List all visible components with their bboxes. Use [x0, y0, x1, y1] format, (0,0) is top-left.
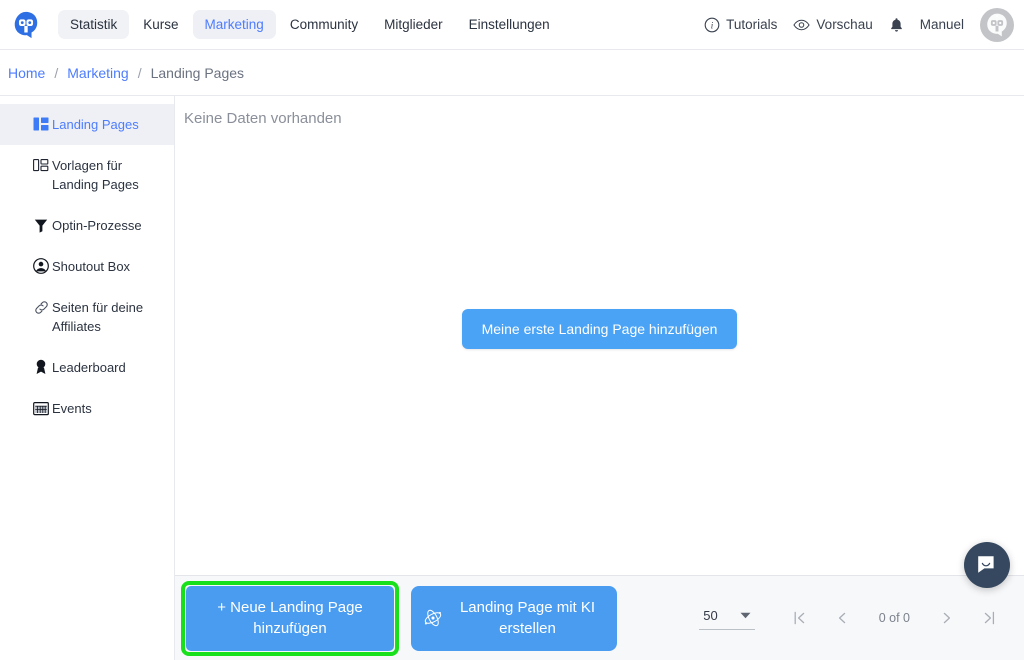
nav-item-kurse[interactable]: Kurse [131, 10, 190, 39]
empty-state-cta-wrap: Meine erste Landing Page hinzufügen [175, 96, 1024, 575]
sidebar-item-label: Vorlagen für Landing Pages [52, 158, 139, 192]
pagination-controls: 50 0 of 0 [699, 600, 1010, 636]
content-panel: Keine Daten vorhanden Meine erste Landin… [175, 96, 1024, 660]
top-nav-right-actions: i Tutorials Vorschau Manuel [704, 7, 1024, 42]
sidebar-item-optin-prozesse[interactable]: Optin-Prozesse [0, 205, 174, 246]
new-landing-page-highlight-ring: + Neue Landing Page hinzufügen [181, 580, 399, 656]
breadcrumb-item-marketing[interactable]: Marketing [67, 65, 128, 81]
notifications-button[interactable] [889, 17, 904, 33]
sidebar-item-leaderboard[interactable]: Leaderboard [0, 347, 174, 388]
breadcrumb-item-landing-pages: Landing Pages [150, 64, 245, 81]
chat-bubble-smile-icon [978, 556, 994, 573]
breadcrumb-separator: / [137, 64, 142, 81]
first-page-icon [794, 611, 804, 625]
tutorials-button[interactable]: i Tutorials [704, 17, 777, 33]
main-nav-items: Statistik Kurse Marketing Community Mitg… [58, 10, 562, 39]
avatar[interactable] [980, 7, 1014, 42]
sidebar: Landing Pages Vorlagen für Landing Pages [0, 96, 175, 660]
add-first-landing-page-button[interactable]: Meine erste Landing Page hinzufügen [461, 308, 738, 349]
prev-page-icon [838, 612, 845, 624]
nav-item-community[interactable]: Community [278, 10, 370, 39]
create-with-ai-button[interactable]: Landing Page mit KI erstellen [411, 585, 617, 651]
tutorials-label: Tutorials [726, 17, 778, 32]
nav-item-einstellungen[interactable]: Einstellungen [457, 10, 562, 39]
new-landing-page-button[interactable]: + Neue Landing Page hinzufügen [186, 585, 394, 651]
ai-atom-icon [423, 608, 443, 628]
nav-item-statistik[interactable]: Statistik [58, 10, 130, 39]
sidebar-item-vorlagen[interactable]: Vorlagen für Landing Pages [0, 145, 174, 205]
new-landing-page-button-label: + Neue Landing Page hinzufügen [217, 599, 363, 637]
preview-button[interactable]: Vorschau [793, 17, 873, 32]
breadcrumb: Home / Marketing / Landing Pages [0, 50, 1024, 95]
eye-icon [793, 18, 811, 32]
sidebar-item-affiliate-seiten[interactable]: Seiten für deine Affiliates [0, 287, 174, 347]
preview-label: Vorschau [816, 17, 873, 32]
create-with-ai-button-label: Landing Page mit KI erstellen [459, 599, 596, 637]
page-size-value: 50 [703, 607, 718, 623]
pagination-range-label: 0 of 0 [878, 611, 910, 625]
calendar-icon [33, 400, 49, 416]
previous-page-button[interactable] [821, 600, 863, 636]
sidebar-item-events[interactable]: Events [0, 388, 174, 429]
next-page-button[interactable] [926, 600, 968, 636]
info-circle-icon: i [704, 17, 720, 33]
user-circle-icon [33, 258, 49, 274]
last-page-icon [984, 611, 995, 625]
link-icon [33, 299, 49, 315]
svg-text:i: i [711, 20, 714, 30]
breadcrumb-item-home[interactable]: Home [8, 65, 45, 81]
app-page: Statistik Kurse Marketing Community Mitg… [0, 0, 1024, 660]
user-name-label: Manuel [919, 17, 964, 32]
breadcrumb-separator: / [54, 64, 59, 81]
sidebar-item-label: Seiten für deine Affiliates [52, 300, 144, 334]
template-grid-icon [33, 157, 49, 173]
chevron-down-icon [740, 606, 751, 624]
nav-item-marketing[interactable]: Marketing [192, 10, 276, 39]
nav-item-mitglieder[interactable]: Mitglieder [372, 10, 455, 39]
robot-logo-icon [14, 11, 38, 38]
sidebar-item-shoutout-box[interactable]: Shoutout Box [0, 246, 174, 287]
landing-pages-table-area: Keine Daten vorhanden Meine erste Landin… [175, 96, 1024, 575]
funnel-icon [33, 217, 49, 233]
footer-toolbar: + Neue Landing Page hinzufügen Landing P… [175, 575, 1024, 660]
layout-columns-icon [33, 116, 49, 132]
bell-icon [889, 17, 904, 33]
first-page-button[interactable] [779, 600, 821, 636]
next-page-icon [943, 612, 951, 624]
app-logo[interactable] [0, 0, 52, 50]
page-size-select[interactable]: 50 [699, 606, 755, 630]
intercom-chat-launcher[interactable] [964, 542, 1010, 588]
award-medal-icon [33, 359, 49, 375]
top-navigation-bar: Statistik Kurse Marketing Community Mitg… [0, 0, 1024, 50]
last-page-button[interactable] [968, 600, 1010, 636]
sidebar-item-landing-pages[interactable]: Landing Pages [0, 104, 174, 145]
body-area: Landing Pages Vorlagen für Landing Pages [0, 95, 1024, 660]
user-menu[interactable]: Manuel [920, 17, 964, 32]
robot-avatar-icon [987, 13, 1007, 36]
